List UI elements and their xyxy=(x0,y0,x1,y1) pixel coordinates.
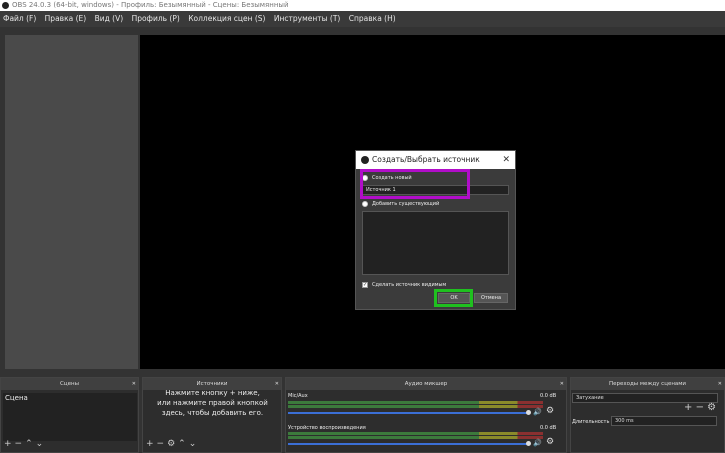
audio-mixer-dock: Аудио микшер ✕ xyxy=(285,377,567,453)
volume-slider-handle[interactable] xyxy=(526,441,531,446)
obs-logo-icon xyxy=(2,2,9,9)
gear-icon[interactable]: ⚙ xyxy=(167,439,178,449)
duration-spinbox[interactable]: 300 ms xyxy=(611,416,717,426)
dialog-title: Создать/Выбрать источник xyxy=(372,155,480,164)
chevron-down-icon[interactable]: ⌄ xyxy=(189,439,200,449)
volume-slider-handle[interactable] xyxy=(526,410,531,415)
window-title: OBS 24.0.3 (64-bit, windows) - Профиль: … xyxy=(12,1,289,9)
gear-icon[interactable]: ⚙ xyxy=(707,402,716,413)
transitions-dock-title: Переходы между сценами ✕ xyxy=(571,378,724,390)
chevron-down-icon[interactable]: ⌄ xyxy=(36,439,47,449)
menu-edit[interactable]: Правка (E) xyxy=(45,14,87,23)
add-icon[interactable]: + xyxy=(4,439,15,449)
channel-db: 0.0 dB xyxy=(540,425,557,431)
volume-slider[interactable] xyxy=(288,412,528,414)
dock-close-icon[interactable]: ✕ xyxy=(132,378,136,390)
chevron-up-icon[interactable]: ⌃ xyxy=(178,439,189,449)
sources-empty-hint: Нажмите кнопку + ниже, или нажмите право… xyxy=(157,389,268,417)
close-icon[interactable]: ✕ xyxy=(502,151,510,169)
scenes-toolbar: +−⌃⌄ xyxy=(4,439,46,449)
volume-slider[interactable] xyxy=(288,443,528,445)
menu-scene-collection[interactable]: Коллекция сцен (S) xyxy=(188,14,265,23)
menu-view[interactable]: Вид (V) xyxy=(95,14,124,23)
add-icon[interactable]: + xyxy=(146,439,157,449)
scenes-dock: Сцены ✕ Сцена +−⌃⌄ xyxy=(0,377,139,453)
existing-sources-list[interactable] xyxy=(362,211,509,275)
mixer-dock-title: Аудио микшер ✕ xyxy=(286,378,566,390)
channel-name: Mic/Aux xyxy=(288,393,308,399)
volume-meter xyxy=(288,432,543,435)
gear-icon[interactable]: ⚙ xyxy=(546,437,554,447)
volume-meter xyxy=(288,436,543,439)
chevron-up-icon[interactable]: ⌃ xyxy=(25,439,36,449)
sources-toolbar: +−⚙⌃⌄ xyxy=(146,439,199,449)
duration-label: Длительность xyxy=(572,419,610,425)
remove-icon[interactable]: − xyxy=(696,402,704,413)
menu-help[interactable]: Справка (H) xyxy=(349,14,396,23)
scene-transitions-dock: Переходы между сценами ✕ xyxy=(570,377,725,453)
radio-add-existing-label: Добавить существующий xyxy=(372,201,440,207)
dock-close-icon[interactable]: ✕ xyxy=(560,378,564,390)
left-empty-panel xyxy=(5,35,138,369)
speaker-icon[interactable]: 🔊 xyxy=(533,439,542,447)
dialog-titlebar: Создать/Выбрать источник ✕ xyxy=(356,151,515,169)
window-titlebar: OBS 24.0.3 (64-bit, windows) - Профиль: … xyxy=(0,0,725,11)
volume-meter xyxy=(288,401,543,404)
transition-toolbar: + − ⚙ xyxy=(684,402,716,413)
add-icon[interactable]: + xyxy=(684,402,692,413)
remove-icon[interactable]: − xyxy=(15,439,26,449)
channel-db: 0.0 dB xyxy=(540,393,557,399)
volume-meter xyxy=(288,405,543,408)
menu-file[interactable]: Файл (F) xyxy=(3,14,36,23)
menu-profile[interactable]: Профиль (P) xyxy=(132,14,180,23)
cancel-button[interactable]: Отмена xyxy=(474,293,508,303)
list-item[interactable]: Сцена xyxy=(3,393,137,403)
dock-close-icon[interactable]: ✕ xyxy=(718,378,722,390)
highlight-create-new xyxy=(360,169,470,199)
scenes-dock-title: Сцены ✕ xyxy=(1,378,138,390)
speaker-icon[interactable]: 🔊 xyxy=(533,408,542,416)
remove-icon[interactable]: − xyxy=(157,439,168,449)
scenes-list[interactable]: Сцена xyxy=(3,393,137,441)
menu-bar: Файл (F) Правка (E) Вид (V) Профиль (P) … xyxy=(0,11,725,27)
make-visible-checkbox[interactable]: ✓ xyxy=(362,282,368,288)
radio-add-existing[interactable] xyxy=(362,201,368,207)
highlight-ok-button xyxy=(434,289,473,307)
make-visible-label: Сделать источник видимым xyxy=(372,282,447,288)
channel-name: Устройство воспроизведения xyxy=(288,425,366,431)
obs-logo-icon xyxy=(361,156,369,164)
menu-tools[interactable]: Инструменты (T) xyxy=(274,14,341,23)
gear-icon[interactable]: ⚙ xyxy=(546,406,554,416)
